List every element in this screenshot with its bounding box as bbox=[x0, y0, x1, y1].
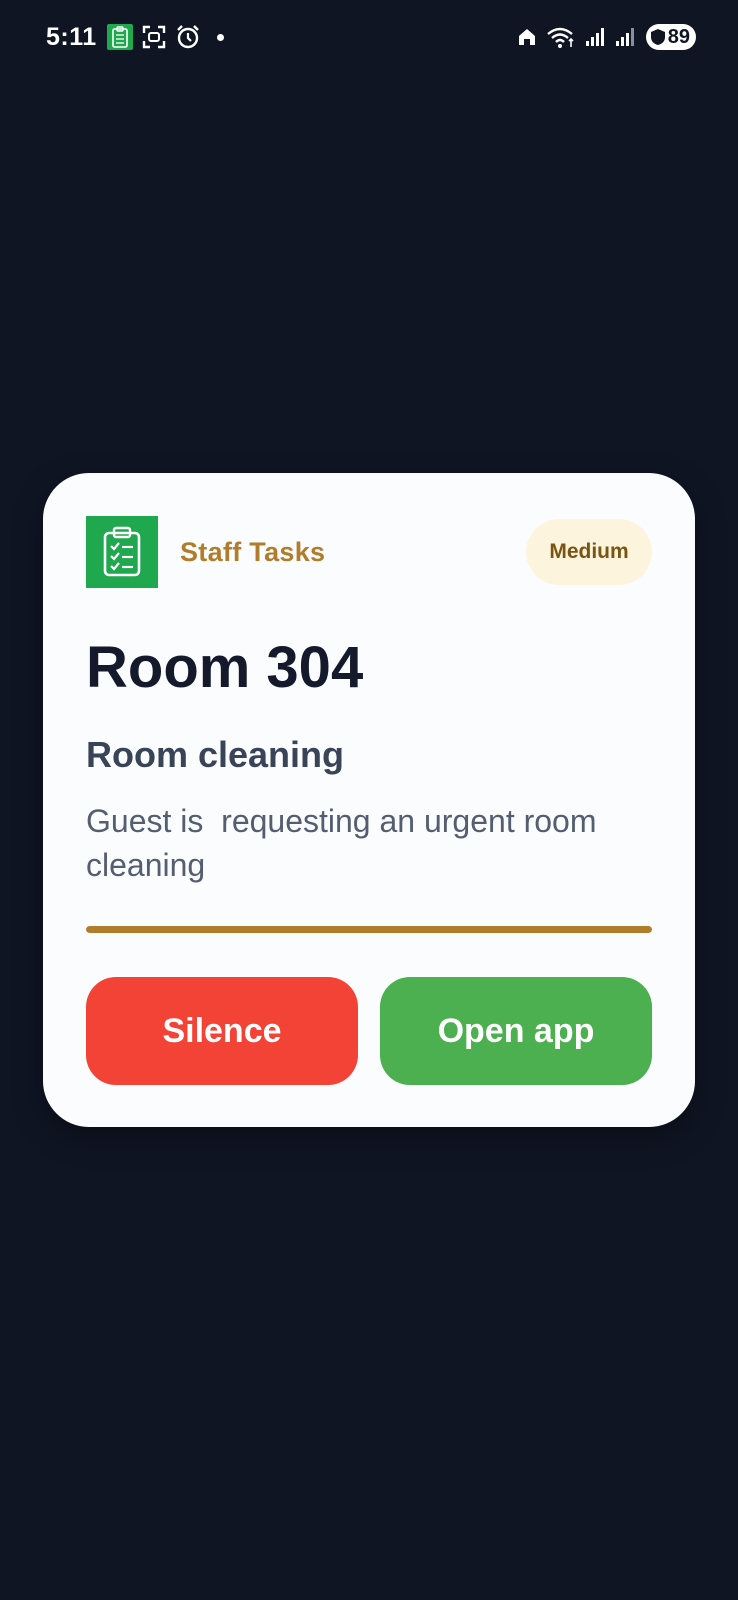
wifi-icon bbox=[546, 25, 576, 49]
status-time: 5:11 bbox=[46, 22, 97, 51]
signal-icon bbox=[584, 26, 606, 48]
shield-icon bbox=[649, 27, 667, 47]
status-bar: 5:11 89 bbox=[0, 0, 738, 74]
progress-bar bbox=[86, 926, 652, 933]
card-header: Staff Tasks Medium bbox=[86, 516, 652, 588]
status-left: 5:11 bbox=[46, 19, 224, 55]
clipboard-checklist-icon bbox=[86, 516, 158, 588]
battery-level: 89 bbox=[667, 25, 690, 48]
app-name: Staff Tasks bbox=[180, 537, 326, 567]
screenshot-icon bbox=[141, 24, 167, 50]
status-right: 89 bbox=[508, 19, 696, 55]
dot-icon bbox=[216, 33, 224, 41]
task-description: Guest is requesting an urgent room clean… bbox=[86, 803, 606, 883]
signal-icon bbox=[614, 26, 636, 48]
alarm-icon bbox=[175, 24, 201, 50]
home-icon bbox=[516, 26, 538, 48]
battery-icon: 89 bbox=[645, 24, 696, 50]
priority-badge: Medium bbox=[526, 519, 652, 585]
progress-fill bbox=[86, 926, 652, 933]
silence-button[interactable]: Silence bbox=[86, 977, 358, 1085]
task-type: Room cleaning bbox=[86, 734, 345, 775]
staff-tasks-app-icon bbox=[106, 24, 133, 50]
room-title: Room 304 bbox=[86, 635, 364, 700]
open-app-button[interactable]: Open app bbox=[380, 977, 652, 1085]
task-notification-card: Staff Tasks Medium Room 304 Room cleanin… bbox=[43, 473, 695, 1127]
